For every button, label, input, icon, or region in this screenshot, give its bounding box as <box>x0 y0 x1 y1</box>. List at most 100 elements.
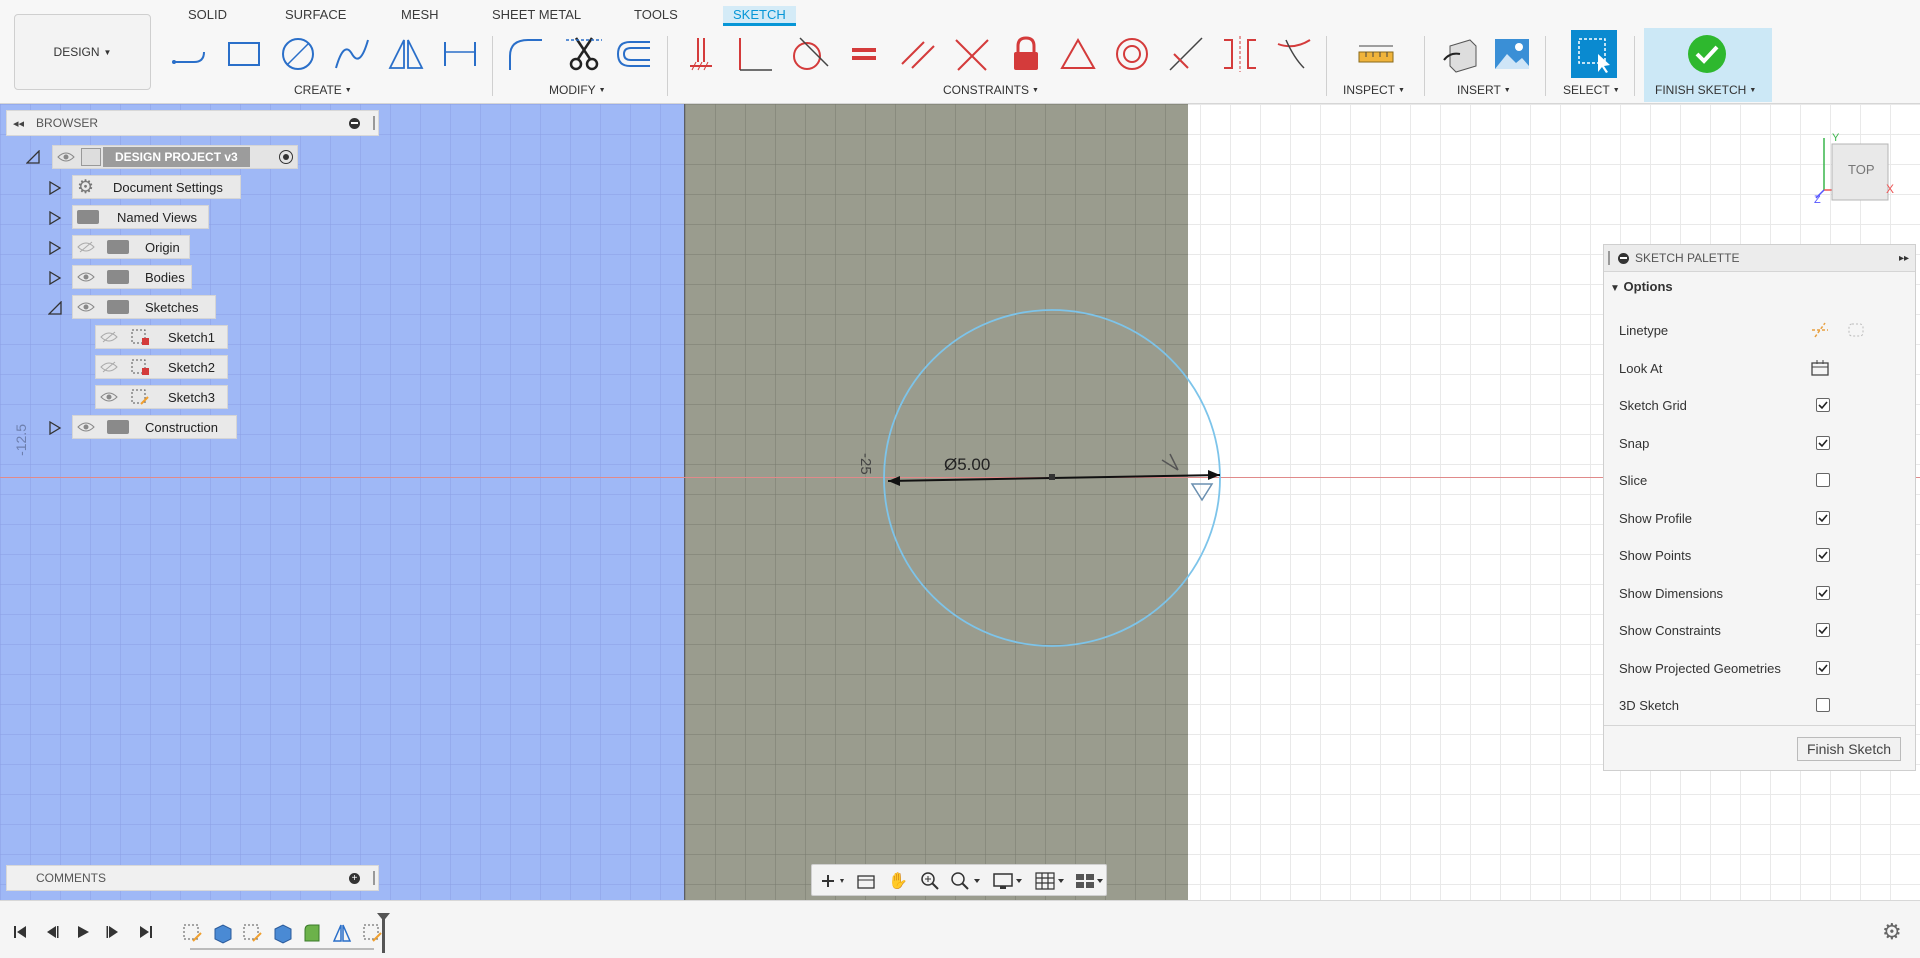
insert-canvas-image-icon[interactable] <box>1492 32 1532 76</box>
concentric-constraint-icon[interactable] <box>1112 32 1152 76</box>
timeline-extrude-icon[interactable] <box>270 921 294 945</box>
zoom-icon[interactable] <box>916 869 944 893</box>
step-back-icon[interactable] <box>42 923 62 941</box>
browser-item-bodies[interactable]: Bodies <box>72 265 192 289</box>
timeline-sketch-icon[interactable] <box>240 921 264 945</box>
expand-triangle-icon[interactable] <box>48 421 62 435</box>
expand-triangle-icon[interactable] <box>48 211 62 225</box>
sketch-grid-checkbox[interactable] <box>1816 398 1830 412</box>
show-constraints-checkbox[interactable] <box>1816 623 1830 637</box>
look-at-icon[interactable] <box>1810 358 1830 378</box>
workspace-switcher-button[interactable]: DESIGN ▼ <box>14 14 151 90</box>
insert-menu[interactable]: INSERT ▼ <box>1457 83 1511 97</box>
browser-item-sketch2[interactable]: Sketch2 <box>95 355 228 379</box>
insert-derive-icon[interactable] <box>1440 32 1480 76</box>
select-tool-icon[interactable] <box>1571 30 1617 78</box>
finish-sketch-check-icon[interactable] <box>1687 32 1727 76</box>
line-tool-icon[interactable] <box>170 32 210 76</box>
fillet-tool-icon[interactable] <box>506 32 546 76</box>
measure-ruler-icon[interactable] <box>1356 32 1396 76</box>
perpendicular-constraint-icon[interactable] <box>952 32 992 76</box>
tab-sheet-metal[interactable]: SHEET METAL <box>488 6 585 26</box>
panel-grip-icon[interactable] <box>373 116 375 130</box>
eye-hidden-icon[interactable] <box>100 331 118 343</box>
tab-tools[interactable]: TOOLS <box>630 6 682 26</box>
finish-sketch-menu[interactable]: FINISH SKETCH ▼ <box>1655 83 1756 97</box>
mirror-tool-icon[interactable] <box>386 32 426 76</box>
grid-snaps-icon[interactable] <box>1032 869 1068 893</box>
timeline-fillet-icon[interactable] <box>300 921 324 945</box>
eye-hidden-icon[interactable] <box>77 241 95 253</box>
show-dimensions-checkbox[interactable] <box>1816 586 1830 600</box>
symmetry-constraint-icon[interactable] <box>1220 32 1260 76</box>
construction-linetype-icon[interactable] <box>1810 320 1830 340</box>
browser-root-item[interactable]: DESIGN PROJECT v3 <box>52 145 298 169</box>
timeline-mirror-icon[interactable] <box>330 921 354 945</box>
collinear-constraint-icon[interactable] <box>1166 32 1206 76</box>
sketch-palette-header[interactable]: SKETCH PALETTE ▸▸ <box>1604 245 1915 272</box>
create-menu[interactable]: CREATE ▼ <box>294 83 352 97</box>
comments-panel-header[interactable]: COMMENTS + <box>6 865 379 891</box>
slice-checkbox[interactable] <box>1816 473 1830 487</box>
options-section[interactable]: ▼ Options <box>1610 279 1673 294</box>
play-icon[interactable] <box>73 923 93 941</box>
tab-mesh[interactable]: MESH <box>397 6 443 26</box>
coincident-constraint-icon[interactable] <box>736 32 776 76</box>
minimize-icon[interactable] <box>349 117 360 129</box>
collapse-triangle-icon[interactable] <box>26 150 40 164</box>
timeline-sketch-icon[interactable] <box>180 921 204 945</box>
inspect-menu[interactable]: INSPECT ▼ <box>1343 83 1405 97</box>
tab-surface[interactable]: SURFACE <box>281 6 350 26</box>
fix-unfix-lock-icon[interactable] <box>1006 32 1046 76</box>
diameter-dimension-text[interactable]: Ø5.00 <box>944 455 990 474</box>
rectangle-tool-icon[interactable] <box>224 32 264 76</box>
select-menu[interactable]: SELECT ▼ <box>1563 83 1620 97</box>
panel-grip-icon[interactable] <box>1608 251 1610 265</box>
activate-radio-icon[interactable] <box>279 150 293 164</box>
show-points-checkbox[interactable] <box>1816 548 1830 562</box>
viewcube[interactable]: Y X Z TOP <box>1810 132 1920 212</box>
trim-tool-icon[interactable] <box>564 32 604 76</box>
browser-item-sketch1[interactable]: Sketch1 <box>95 325 228 349</box>
eye-icon[interactable] <box>77 301 95 313</box>
viewcube-face-top[interactable]: TOP <box>1848 162 1875 177</box>
dimension-tool-icon[interactable] <box>440 32 480 76</box>
minimize-icon[interactable] <box>1618 252 1629 264</box>
tab-sketch[interactable]: SKETCH <box>723 6 796 26</box>
browser-item-origin[interactable]: Origin <box>72 235 190 259</box>
expand-triangle-icon[interactable] <box>48 271 62 285</box>
constraints-menu[interactable]: CONSTRAINTS ▼ <box>943 83 1039 97</box>
fit-zoom-window-icon[interactable] <box>948 869 984 893</box>
eye-icon[interactable] <box>57 151 75 163</box>
pan-hand-icon[interactable]: ✋ <box>884 869 912 893</box>
show-projected-geometries-checkbox[interactable] <box>1816 661 1830 675</box>
modify-menu[interactable]: MODIFY ▼ <box>549 83 606 97</box>
midpoint-constraint-icon[interactable] <box>1058 32 1098 76</box>
browser-item-construction[interactable]: Construction <box>72 415 237 439</box>
curvature-constraint-icon[interactable] <box>1274 32 1314 76</box>
timeline-extrude-icon[interactable] <box>210 921 234 945</box>
browser-item-document-settings[interactable]: ⚙ Document Settings <box>72 175 241 199</box>
show-profile-checkbox[interactable] <box>1816 511 1830 525</box>
parallel-constraint-icon[interactable] <box>898 32 938 76</box>
finish-sketch-button[interactable]: Finish Sketch <box>1797 737 1901 761</box>
browser-item-named-views[interactable]: Named Views <box>72 205 209 229</box>
viewports-icon[interactable] <box>1072 869 1106 893</box>
step-forward-icon[interactable] <box>103 923 123 941</box>
display-settings-icon[interactable] <box>990 869 1026 893</box>
centerline-linetype-icon[interactable] <box>1846 320 1866 340</box>
look-at-icon[interactable] <box>852 869 880 893</box>
center-point[interactable] <box>1049 474 1055 480</box>
orbit-icon[interactable] <box>816 869 850 893</box>
go-to-start-icon[interactable] <box>10 923 30 941</box>
3d-sketch-checkbox[interactable] <box>1816 698 1830 712</box>
equal-constraint-icon[interactable] <box>844 32 884 76</box>
spline-tool-icon[interactable] <box>332 32 372 76</box>
timeline-sketch-icon[interactable] <box>360 921 384 945</box>
timeline-marker-head-icon[interactable] <box>377 913 390 921</box>
browser-panel-header[interactable]: ◂◂ BROWSER <box>6 110 379 136</box>
expand-triangle-icon[interactable] <box>48 241 62 255</box>
browser-item-sketches[interactable]: Sketches <box>72 295 216 319</box>
horizontal-vertical-constraint-icon[interactable] <box>682 32 722 76</box>
add-comment-icon[interactable]: + <box>349 872 360 884</box>
